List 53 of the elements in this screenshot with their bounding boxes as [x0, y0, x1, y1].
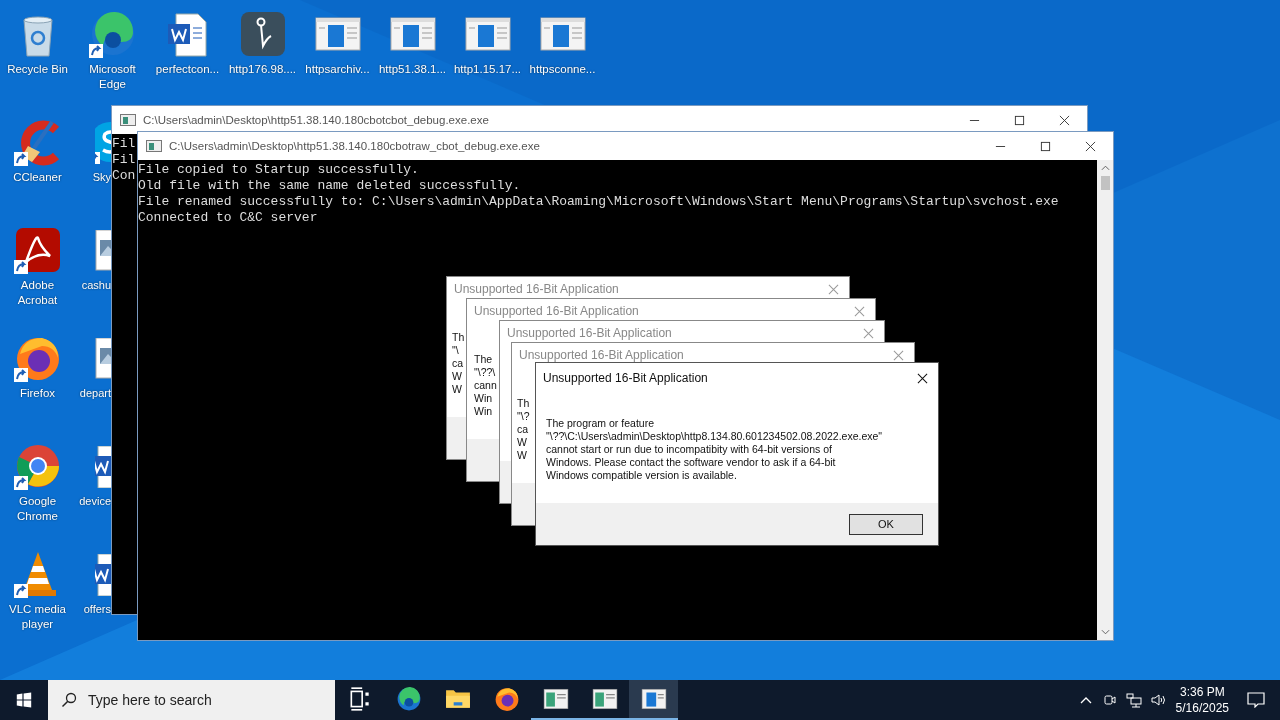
dialog-title: Unsupported 16-Bit Application: [454, 282, 620, 296]
network-icon[interactable]: [1125, 692, 1142, 708]
camera-icon[interactable]: [1101, 692, 1118, 708]
browser-icon: [395, 686, 422, 712]
close-icon[interactable]: [917, 372, 928, 384]
volume-icon[interactable]: [1149, 692, 1166, 708]
browser-icon: [493, 686, 520, 712]
search-field[interactable]: Type here to search: [48, 680, 335, 720]
desktop-shortcut[interactable]: Adobe Acrobat: [0, 222, 75, 308]
console-line: Old file with the same name deleted successfully.: [138, 178, 521, 194]
console-line: File copied to Startup successfully.: [138, 162, 419, 178]
console-line: Fil: [112, 136, 136, 152]
message-text: Th "\ ca W W: [452, 331, 465, 396]
dialog-title: Unsupported 16-Bit Application: [507, 326, 673, 340]
notification-icon[interactable]: [1247, 692, 1265, 708]
ok-button[interactable]: OK: [849, 513, 923, 535]
scrollbar[interactable]: [1097, 160, 1113, 640]
desktop-shortcut[interactable]: http51.38.1...: [375, 6, 450, 77]
scroll-down-icon[interactable]: [1100, 628, 1110, 636]
desktop-shortcut[interactable]: Recycle Bin: [0, 6, 75, 77]
message-text: The "\??\ cann Win Win: [474, 353, 497, 418]
desktop-shortcut[interactable]: httpsconne...: [525, 6, 600, 77]
console-line: Connected to C&C server: [138, 210, 318, 226]
message-text: The program or feature "\??\C:\Users\admin\Desktop\http8.134.80.601234502.08.2022.exe.exe" cannot start or run due to incompatibity with 64-bit versions of Windows. Please contact the software vendor to ask if a 64-bit Windows compatible version is available.: [546, 417, 883, 482]
message-text: Th "\? ca W W: [517, 397, 530, 462]
desktop-shortcut[interactable]: Google Chrome: [0, 438, 75, 524]
desktop-shortcut[interactable]: http1.15.17...: [450, 6, 525, 77]
dialog-title: Unsupported 16-Bit Application: [474, 304, 640, 318]
desktop-shortcut[interactable]: CCleaner: [0, 114, 75, 185]
desktop-shortcut[interactable]: Microsoft Edge: [75, 6, 150, 92]
search-icon: [61, 692, 77, 708]
desktop-shortcut[interactable]: VLC media player: [0, 546, 75, 632]
desktop-shortcut[interactable]: http176.98....: [225, 6, 300, 77]
clock[interactable]: 3:36 PM 5/16/2025: [1175, 684, 1229, 716]
console-line: Fil: [112, 152, 136, 168]
scroll-up-icon[interactable]: [1100, 164, 1110, 172]
dialog-title: Unsupported 16-Bit Application: [543, 371, 709, 385]
taskbar-button[interactable]: [629, 680, 678, 720]
window-title: C:\Users\admin\Desktop\http51.38.140.180cbotraw_cbot_debug.exe.exe: [169, 140, 541, 152]
window-title: C:\Users\admin\Desktop\http51.38.140.180cbotcbot_debug.exe.exe: [143, 114, 490, 126]
desktop-shortcut[interactable]: perfectcon...: [150, 6, 225, 77]
console-line: File renamed successfully to: C:\Users\admin\AppData\Roaming\Microsoft\Windows\Start Menu\Programs\Startup\svchost.exe: [138, 194, 1059, 210]
console-icon: [146, 140, 162, 152]
desktop-shortcut[interactable]: httpsarchiv...: [300, 6, 375, 77]
dialog-title: Unsupported 16-Bit Application: [519, 348, 685, 362]
window-app-icon: [591, 686, 618, 712]
desktop-shortcut[interactable]: Sky: [92, 114, 111, 185]
scroll-thumb[interactable]: [1100, 176, 1110, 190]
console-line: Con: [112, 168, 136, 184]
desktop-shortcut[interactable]: Firefox: [0, 330, 75, 401]
console-icon: [120, 114, 136, 126]
window-app-icon: [542, 686, 569, 712]
window-app-icon: [640, 686, 667, 712]
